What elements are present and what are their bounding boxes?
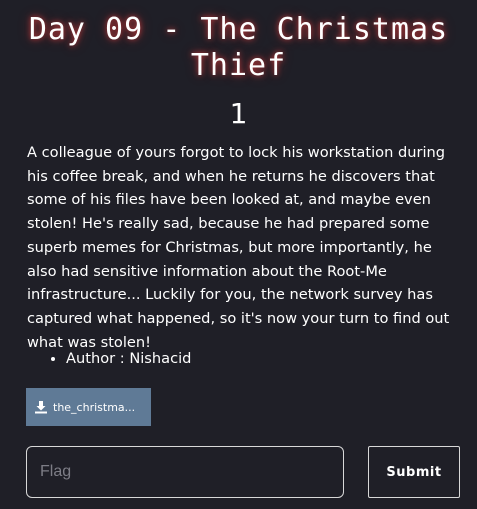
challenge-title: Day 09 - The Christmas Thief bbox=[28, 12, 449, 83]
challenge-meta-list: Author : Nishacid bbox=[49, 348, 191, 370]
flag-input[interactable] bbox=[26, 446, 344, 498]
download-icon bbox=[35, 401, 47, 414]
challenge-points: 1 bbox=[229, 97, 248, 130]
challenge-description: A colleague of yours forgot to lock his … bbox=[27, 144, 450, 351]
submit-button[interactable]: Submit bbox=[368, 446, 460, 498]
download-file-label: the_christma... bbox=[53, 400, 136, 414]
challenge-author: Author : Nishacid bbox=[66, 348, 191, 370]
download-file-button[interactable]: the_christma... bbox=[26, 388, 151, 426]
